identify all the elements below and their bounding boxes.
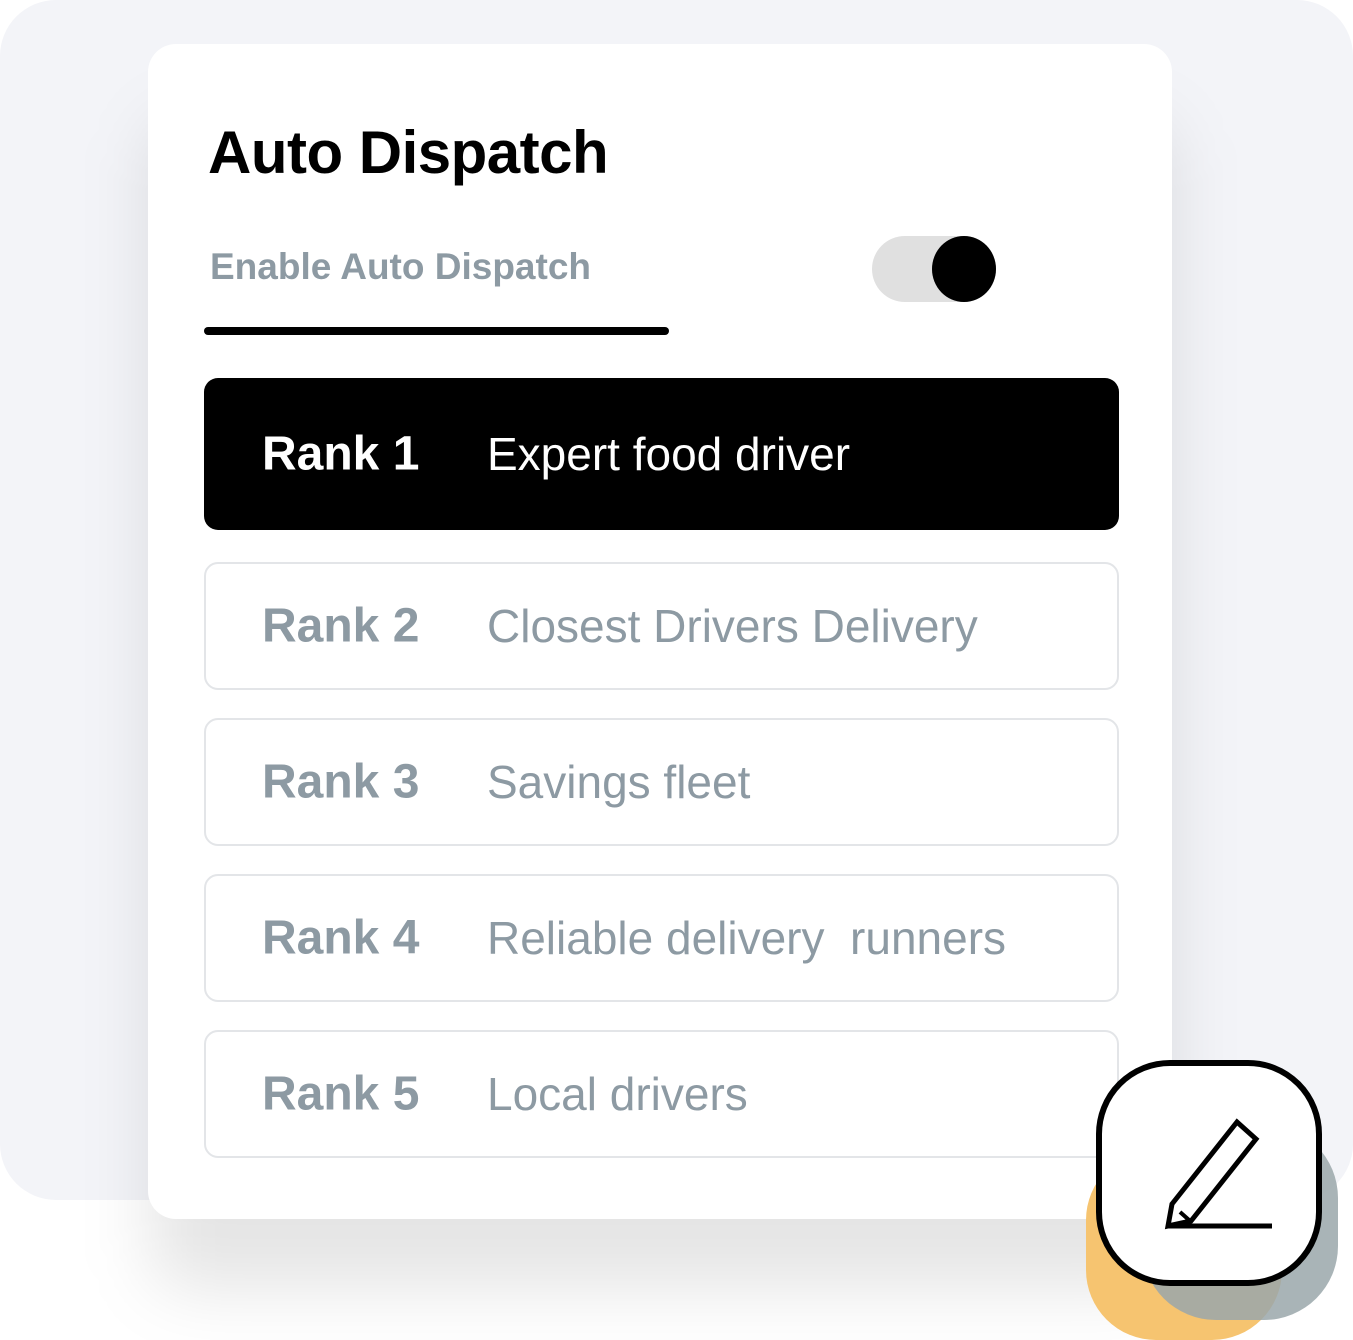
toggle-knob: [932, 236, 996, 302]
rank-label: Rank 1: [262, 427, 420, 481]
rank-label: Rank 2: [262, 599, 420, 653]
rank-description: Savings fleet: [487, 756, 751, 808]
rank-row-5[interactable]: Rank 5 Local drivers: [204, 1030, 1119, 1158]
rank-row-2[interactable]: Rank 2 Closest Drivers Delivery: [204, 562, 1119, 690]
edit-button[interactable]: [1096, 1060, 1322, 1286]
rank-description: Local drivers: [487, 1068, 748, 1120]
auto-dispatch-toggle[interactable]: [872, 236, 996, 302]
rank-description: Closest Drivers Delivery: [487, 600, 978, 652]
rank-row-1[interactable]: Rank 1 Expert food driver: [204, 378, 1119, 530]
auto-dispatch-card: Auto Dispatch Enable Auto Dispatch Rank …: [148, 44, 1172, 1219]
enable-auto-dispatch-label: Enable Auto Dispatch: [210, 246, 592, 287]
rank-description: Expert food driver: [487, 428, 851, 480]
page-title: Auto Dispatch: [208, 119, 609, 186]
rank-label: Rank 4: [262, 911, 420, 965]
rank-row-3[interactable]: Rank 3 Savings fleet: [204, 718, 1119, 846]
rank-description: Reliable delivery runners: [487, 912, 1007, 964]
rank-label: Rank 3: [262, 755, 420, 809]
rank-label: Rank 5: [262, 1067, 420, 1121]
pencil-icon: [1164, 1118, 1272, 1230]
rank-row-4[interactable]: Rank 4 Reliable delivery runners: [204, 874, 1119, 1002]
enable-label-underline: [204, 327, 669, 335]
